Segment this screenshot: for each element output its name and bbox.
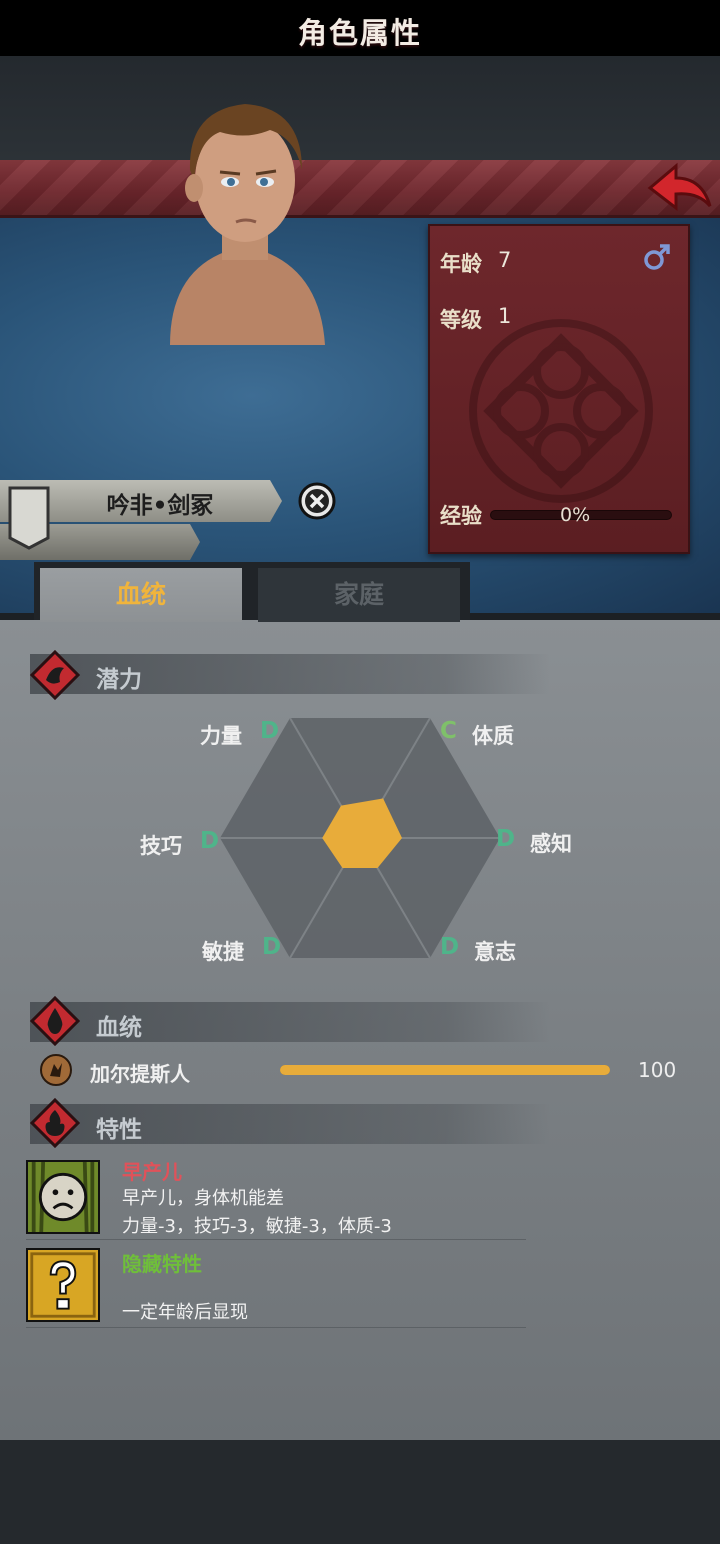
- attr-skill-label: 技巧: [140, 834, 182, 858]
- trait-row[interactable]: [26, 1248, 526, 1328]
- character-portrait: [170, 104, 325, 345]
- crest-icon: [469, 319, 653, 503]
- trait-description: 早产儿，身体机能差: [122, 1188, 284, 1209]
- back-button[interactable]: [646, 162, 714, 214]
- stat-panel: 年龄 7 等级 1 经验 0%: [428, 224, 690, 554]
- attr-will-grade: D: [440, 934, 460, 960]
- character-name: 吟非•剑冢: [106, 493, 214, 519]
- attr-will-label: 意志: [474, 940, 516, 964]
- potential-radar-chart: [220, 718, 500, 958]
- age-value: 7: [498, 248, 512, 272]
- attr-perception-grade: D: [496, 826, 516, 852]
- level-value: 1: [498, 304, 512, 328]
- close-icon[interactable]: [298, 482, 336, 520]
- exp-value: 0%: [560, 504, 591, 526]
- attr-perception-label: 感知: [530, 832, 572, 856]
- trait-icon: [30, 1098, 80, 1148]
- back-arrow-icon: [647, 162, 712, 212]
- backdrop: [0, 56, 720, 160]
- page-title: 角色属性: [297, 16, 422, 50]
- banner-icon[interactable]: [8, 486, 50, 550]
- bottom-bar: [0, 1440, 720, 1544]
- bloodline-icon: [30, 996, 80, 1046]
- title-banner: [0, 160, 720, 218]
- question-icon: [26, 1248, 100, 1322]
- attr-agility-label: 敏捷: [202, 940, 244, 964]
- trait-name: 隐藏特性: [122, 1252, 202, 1276]
- trait-name: 早产儿: [122, 1160, 182, 1184]
- trait-effects: 力量-3，技巧-3，敏捷-3，体质-3: [122, 1216, 392, 1237]
- attr-skill-grade: D: [200, 828, 220, 854]
- traits-title: 特性: [96, 1117, 142, 1143]
- attr-agility-grade: D: [262, 934, 282, 960]
- bloodline-bar-fill: [280, 1065, 610, 1075]
- trait-effects: 一定年龄后显现: [122, 1302, 248, 1323]
- attr-strength-grade: D: [260, 718, 280, 744]
- attr-constitution-grade: C: [440, 718, 457, 744]
- bloodline-value: 100: [638, 1058, 677, 1082]
- attr-strength-label: 力量: [200, 724, 242, 748]
- potential-title: 潜力: [96, 667, 142, 693]
- bloodline-name: 加尔提斯人: [90, 1062, 190, 1086]
- exp-label: 经验: [440, 504, 482, 528]
- attr-constitution-label: 体质: [472, 724, 514, 748]
- tab-bloodline[interactable]: 血统: [40, 568, 242, 622]
- potential-icon: [30, 650, 80, 700]
- level-label: 等级: [440, 308, 482, 332]
- age-label: 年龄: [440, 252, 482, 276]
- sad-face-icon: [26, 1160, 100, 1234]
- tab-family[interactable]: 家庭: [258, 568, 460, 622]
- male-icon: [644, 244, 670, 270]
- bloodline-crest-icon: [40, 1054, 72, 1086]
- bloodline-title: 血统: [96, 1015, 142, 1041]
